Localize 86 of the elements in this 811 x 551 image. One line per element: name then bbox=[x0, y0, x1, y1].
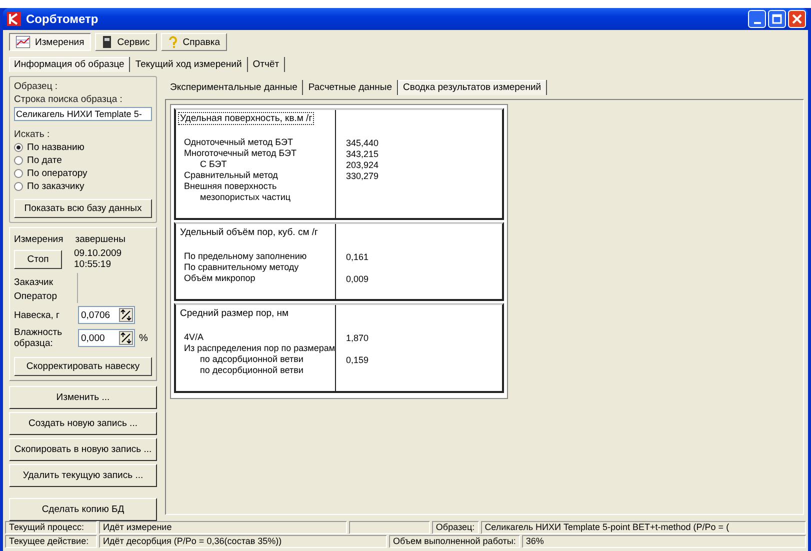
minimize-icon bbox=[754, 22, 760, 24]
section-title: Удельный объём пор, куб. см /г bbox=[179, 226, 319, 239]
tab[interactable]: Сводка результатов измерений bbox=[398, 80, 548, 95]
row-label: Одноточечный метод БЭТ bbox=[184, 137, 294, 148]
row-label: По сравнительному методу bbox=[184, 262, 300, 273]
radio-option[interactable]: По названию bbox=[14, 142, 152, 153]
radio-label: По дате bbox=[27, 155, 62, 166]
unit-label: % bbox=[139, 332, 148, 344]
section-title: Удельная поверхность, кв.м /г bbox=[178, 112, 314, 125]
row-label: 4V/A bbox=[184, 332, 205, 343]
weight-field[interactable]: 0,0706 bbox=[78, 306, 135, 324]
spin-icon[interactable] bbox=[119, 331, 133, 345]
row-label: по адсорбционной ветви bbox=[199, 354, 304, 365]
customer-label: Заказчик bbox=[14, 277, 54, 288]
radio-label: По оператору bbox=[27, 168, 88, 179]
maximize-button[interactable] bbox=[768, 10, 786, 28]
app-logo-icon bbox=[7, 12, 21, 26]
radio-option[interactable]: По дате bbox=[14, 155, 152, 166]
tab[interactable]: Текущий ход измерений bbox=[130, 57, 248, 72]
row-value: 330,279 bbox=[346, 171, 380, 182]
moisture-label: Влажность образца: bbox=[14, 327, 64, 349]
group-legend: Образец : bbox=[14, 81, 152, 92]
tab[interactable]: Информация об образце bbox=[9, 57, 130, 72]
row-value: 345,440 bbox=[346, 138, 380, 149]
row-value: 0,159 bbox=[346, 355, 370, 366]
status-value: завершены bbox=[75, 234, 126, 245]
search-by-label: Искать : bbox=[14, 129, 51, 140]
close-button[interactable] bbox=[788, 10, 806, 28]
status-text: Селикагель НИХИ Template 5-point BET+t-method (P/Po = ( bbox=[480, 521, 806, 534]
close-icon bbox=[792, 14, 802, 24]
row-value: 0,009 bbox=[346, 274, 370, 285]
action-button[interactable]: Изменить ... bbox=[9, 386, 157, 409]
status-text: Текущий процесс: bbox=[5, 521, 97, 534]
row-label: С БЭТ bbox=[199, 159, 228, 170]
row-label: Внешняя поверхность bbox=[184, 181, 278, 192]
minimize-button[interactable] bbox=[748, 10, 766, 28]
date-text: 09.10.2009 bbox=[74, 248, 122, 259]
action-button[interactable]: Удалить текущую запись ... bbox=[9, 464, 157, 487]
row-value: 1,870 bbox=[346, 333, 370, 344]
search-field[interactable]: Селикагель НИХИ Template 5- bbox=[14, 107, 152, 121]
status-text: Идёт измерение bbox=[99, 521, 347, 534]
tab[interactable]: Отчёт bbox=[248, 57, 286, 72]
menu-tab[interactable]: Измерения bbox=[9, 33, 92, 51]
help-icon bbox=[168, 36, 178, 48]
row-value: 203,924 bbox=[346, 160, 380, 171]
menu-tab[interactable]: Сервис bbox=[95, 33, 157, 51]
row-label: Объём микропор bbox=[184, 273, 256, 284]
device-icon bbox=[102, 36, 112, 48]
status-text: Образец: bbox=[432, 521, 479, 534]
row-label: по десорбционной ветви bbox=[199, 365, 304, 376]
moisture-value: 0,000 bbox=[81, 332, 105, 344]
spin-icon[interactable] bbox=[119, 308, 133, 322]
row-label: Сравнительный метод bbox=[184, 170, 279, 181]
weight-label: Навеска, г bbox=[14, 310, 61, 320]
section-title: Средний размер пор, нм bbox=[179, 307, 290, 320]
time-text: 10:55:19 bbox=[74, 259, 112, 270]
status-text: 36% bbox=[522, 535, 806, 548]
row-label: мезопористых частиц bbox=[199, 192, 292, 203]
action-button[interactable]: Сделать копию БД bbox=[9, 498, 157, 521]
correct-weight-button[interactable]: Скорректировать навеску bbox=[14, 357, 152, 376]
operator-label: Оператор bbox=[14, 291, 57, 302]
radio-option[interactable]: По заказчику bbox=[14, 181, 152, 192]
status-label: Измерения bbox=[14, 234, 64, 245]
radio-option[interactable]: По оператору bbox=[14, 168, 152, 179]
moisture-field[interactable]: 0,000 bbox=[78, 329, 135, 347]
radio-label: По заказчику bbox=[27, 181, 84, 192]
row-value: 0,161 bbox=[346, 252, 370, 263]
maximize-icon bbox=[772, 14, 782, 24]
tab[interactable]: Экспериментальные данные bbox=[165, 80, 304, 95]
status-text: Идёт десорбция (P/Po = 0,36(состав 35%)) bbox=[99, 535, 387, 548]
menu-tab[interactable]: Справка bbox=[160, 33, 228, 51]
search-label: Строка поиска образца : bbox=[14, 94, 124, 105]
row-value: 343,215 bbox=[346, 149, 380, 160]
window-title: Сорбтометр bbox=[26, 12, 98, 26]
status-text: Текущее действие: bbox=[5, 535, 97, 548]
status-text: Объем выполненной работы: bbox=[389, 535, 520, 548]
row-label: По предельному заполнению bbox=[184, 251, 308, 262]
action-button[interactable]: Создать новую запись ... bbox=[9, 412, 157, 435]
row-label: Многоточечный метод БЭТ bbox=[184, 148, 298, 159]
action-button[interactable]: Скопировать в новую запись ... bbox=[9, 438, 157, 461]
weight-value: 0,0706 bbox=[81, 310, 110, 320]
row-label: Из распределения пор по размерам bbox=[184, 343, 333, 354]
chart-icon bbox=[16, 36, 30, 48]
show-all-button[interactable]: Показать всю базу данных bbox=[14, 199, 152, 218]
radio-label: По названию bbox=[27, 142, 84, 153]
stop-button[interactable]: Стоп bbox=[14, 250, 62, 268]
